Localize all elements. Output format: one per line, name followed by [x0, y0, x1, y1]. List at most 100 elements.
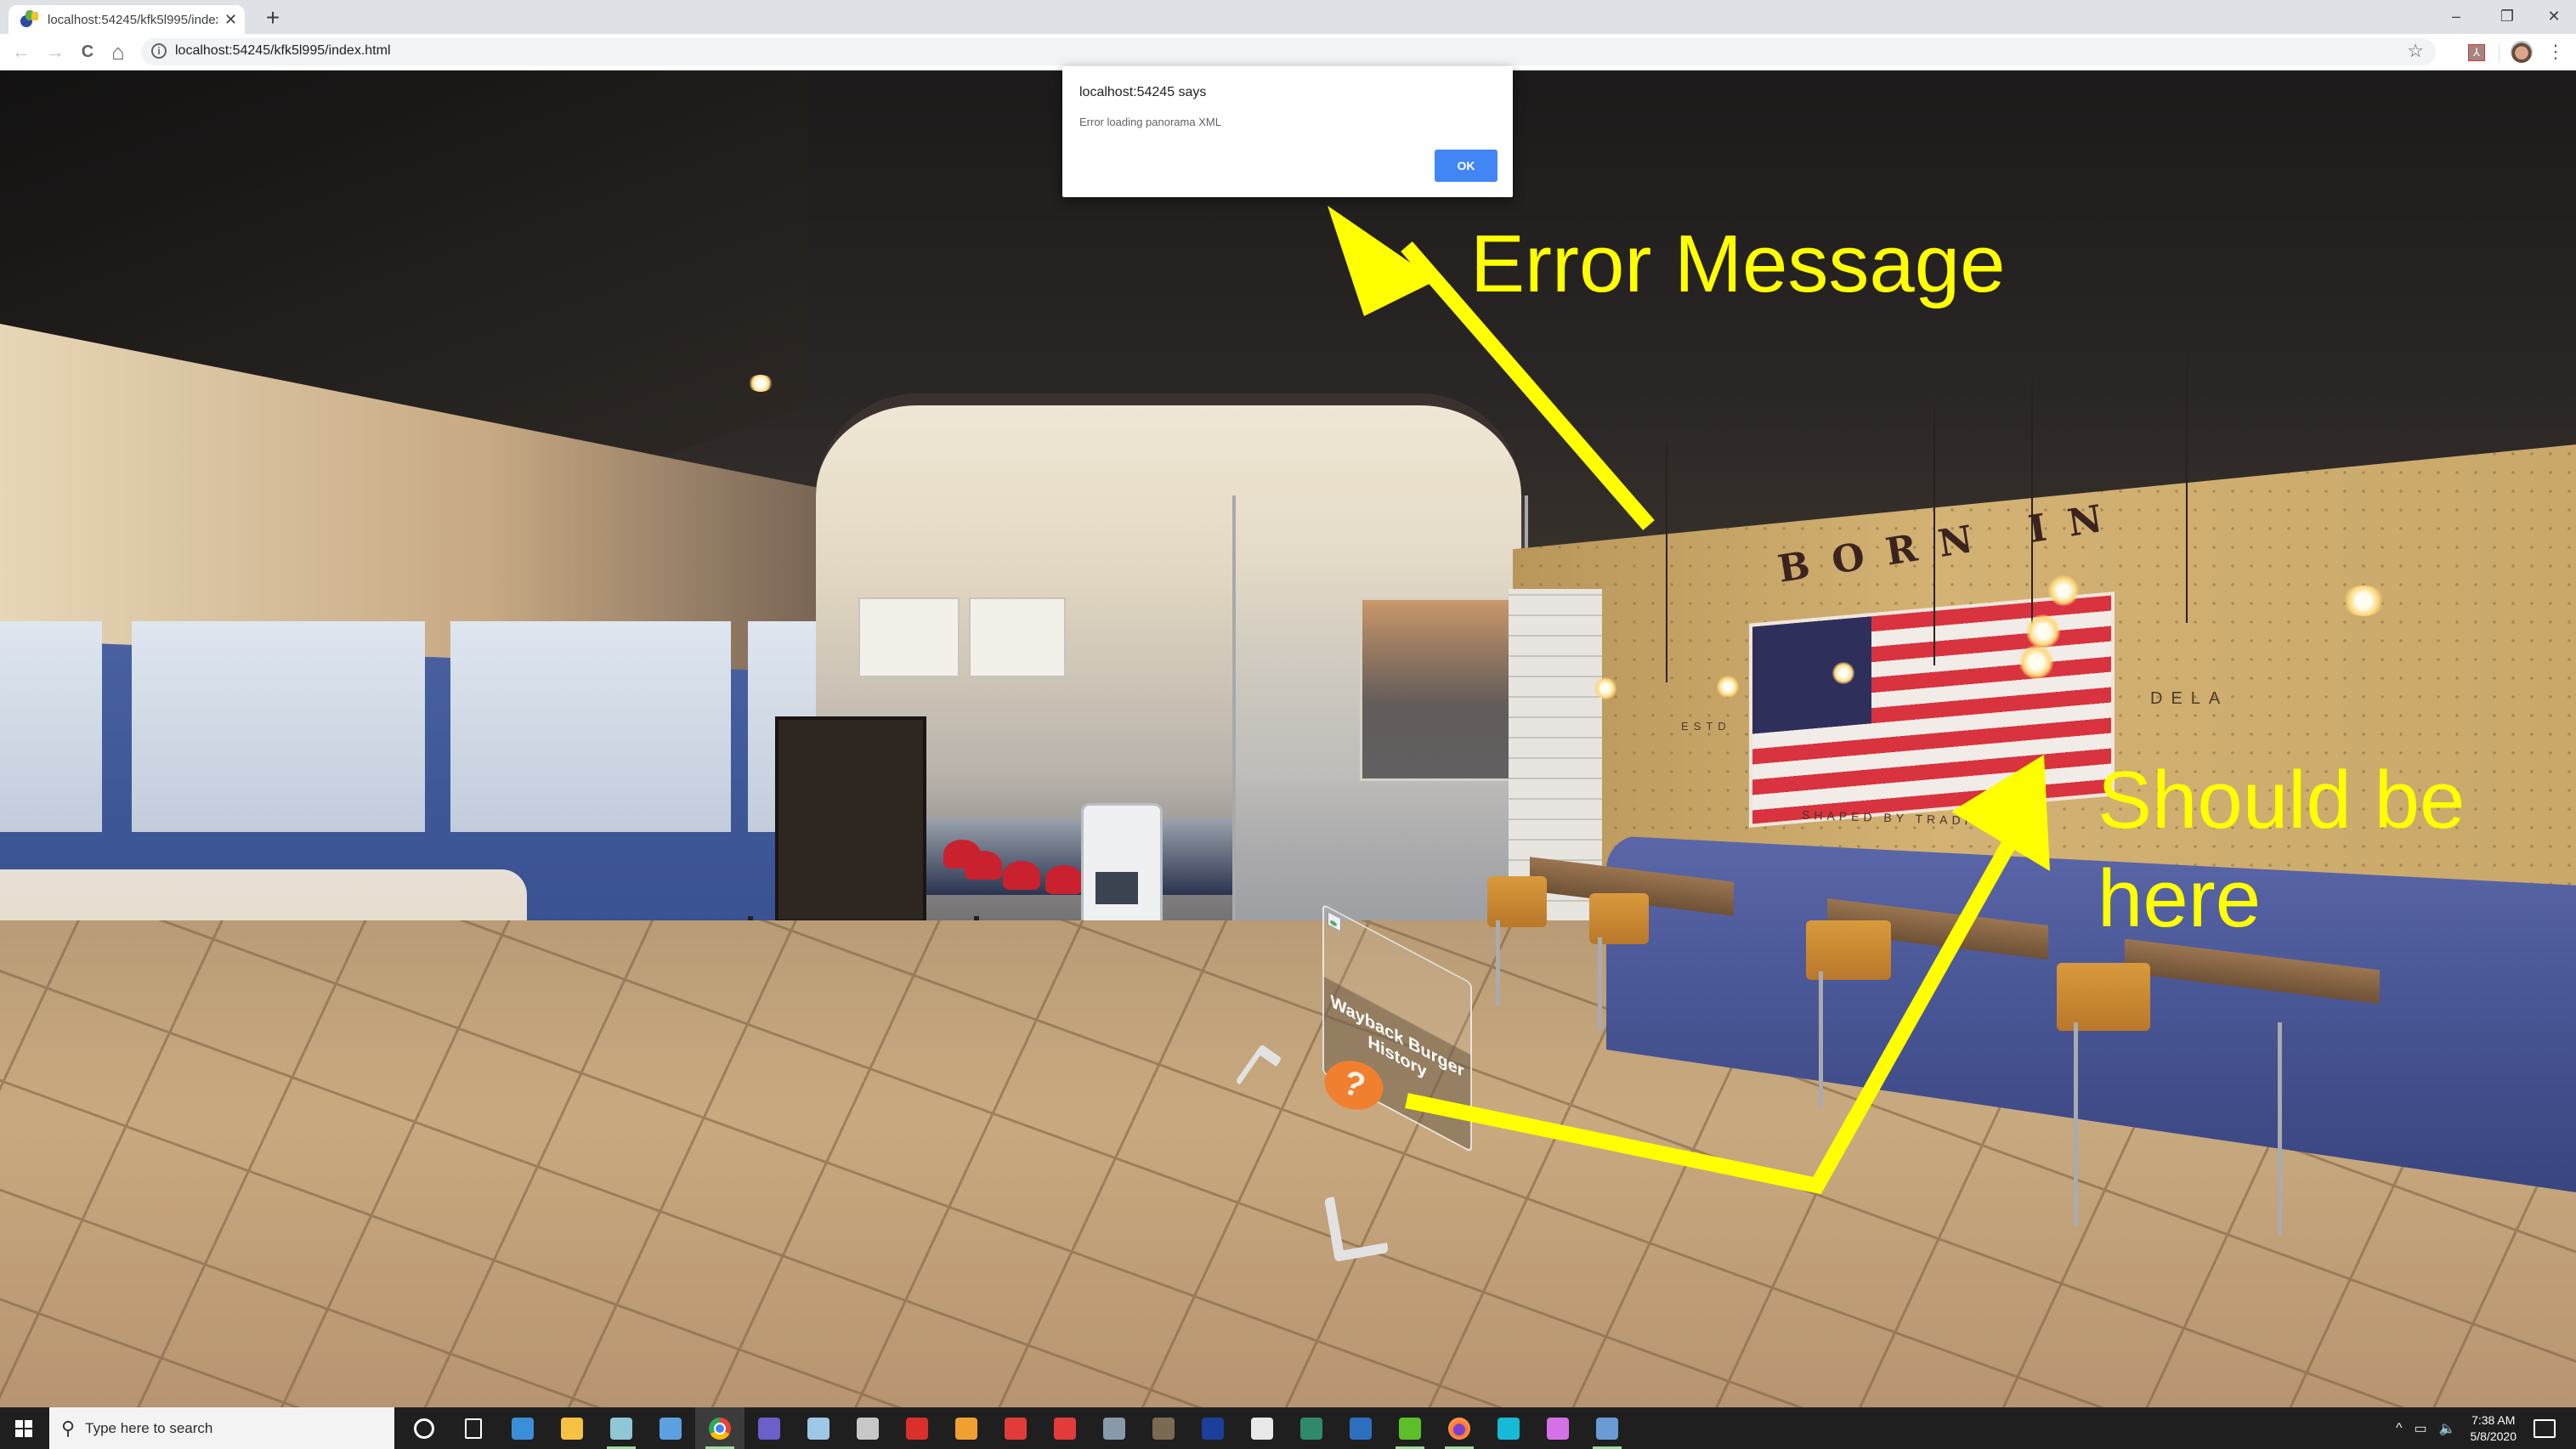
- browser-menu-icon[interactable]: ⋮: [2546, 39, 2565, 65]
- forward-button[interactable]: →: [42, 39, 68, 65]
- app-360-icon: [857, 1417, 879, 1440]
- app-blue-wing-icon: [1202, 1417, 1224, 1440]
- start-button[interactable]: [0, 1407, 48, 1449]
- taskbar-app-paint[interactable]: [646, 1407, 695, 1449]
- taskbar-app-affinity-photo[interactable]: [1533, 1407, 1582, 1449]
- tab-close-icon[interactable]: ✕: [224, 11, 237, 29]
- alert-dialog: localhost:54245 says Error loading panor…: [1062, 66, 1513, 197]
- chair: [1589, 893, 1649, 944]
- taskbar-app-app-tower[interactable]: [1287, 1407, 1336, 1449]
- back-button[interactable]: ←: [8, 39, 34, 65]
- affinity-photo-icon: [1547, 1417, 1569, 1440]
- estd-text: ESTD: [1681, 720, 1731, 733]
- browser-tab[interactable]: localhost:54245/kfk5l995/index.h ✕: [8, 5, 245, 34]
- should-be-here-annotation: Should be here: [2098, 751, 2465, 948]
- taskbar-app-app-green-leaf[interactable]: [1385, 1407, 1435, 1449]
- taskbar-app-visual-studio[interactable]: [744, 1407, 794, 1449]
- cortana-icon: [414, 1418, 434, 1439]
- url-text[interactable]: localhost:54245/kfk5l995/index.html: [175, 43, 391, 59]
- reload-button[interactable]: C: [75, 39, 100, 65]
- taskbar-app-cortana[interactable]: [399, 1407, 449, 1449]
- pendant-bulb: [1832, 662, 1854, 684]
- taskbar-search-box[interactable]: ⚲ Type here to search: [49, 1407, 394, 1449]
- task-view-icon: [465, 1418, 482, 1439]
- chair-leg: [1496, 920, 1500, 1005]
- chair-leg: [1819, 971, 1823, 1107]
- gimp-icon: [1152, 1417, 1175, 1440]
- taskbar-app-file-explorer[interactable]: [547, 1407, 597, 1449]
- network-icon[interactable]: ▭: [2414, 1420, 2426, 1437]
- taskbar-app-pano-app[interactable]: [1237, 1407, 1287, 1449]
- search-placeholder: Type here to search: [85, 1419, 213, 1436]
- pano-app-icon: [1251, 1417, 1273, 1440]
- minimize-button[interactable]: –: [2431, 0, 2482, 34]
- site-info-icon[interactable]: i: [151, 43, 167, 59]
- taskbar-app-chrome[interactable]: [695, 1407, 744, 1449]
- taskbar-app-app-star[interactable]: [942, 1407, 991, 1449]
- taskbar-app-task-view[interactable]: [449, 1407, 498, 1449]
- pendant-bulb: [2019, 645, 2053, 679]
- frosted-window-fries: [132, 621, 425, 832]
- pendant-bulb: [2342, 586, 2385, 616]
- firefox-icon: [1448, 1417, 1470, 1440]
- pendant-bulb: [2048, 575, 2079, 606]
- taskbar-app-app-360[interactable]: [843, 1407, 892, 1449]
- home-button[interactable]: ⌂: [105, 39, 131, 65]
- image-placeholder-icon: [1328, 911, 1341, 932]
- taskbar-clock[interactable]: 7:38 AM 5/8/2020: [2471, 1412, 2517, 1445]
- taskbar-app-app-red-arrow[interactable]: [991, 1407, 1040, 1449]
- taskbar-app-app-globe[interactable]: [794, 1407, 843, 1449]
- action-center-icon[interactable]: [2534, 1418, 2556, 1438]
- line-begins-sign: [1081, 803, 1163, 927]
- tray-chevron-icon[interactable]: ^: [2396, 1421, 2403, 1436]
- chair: [1487, 876, 1547, 927]
- bookmark-star-icon[interactable]: ☆: [2407, 40, 2424, 62]
- taskbar-app-screen-recorder[interactable]: [1484, 1407, 1533, 1449]
- ok-button[interactable]: OK: [1435, 150, 1497, 182]
- pendant-bulb: [1594, 677, 1616, 699]
- site-favicon-icon: [20, 10, 39, 29]
- griddle-sign: [969, 597, 1066, 677]
- new-tab-button[interactable]: +: [260, 5, 286, 31]
- taskbar-app-pano-tool[interactable]: [1582, 1407, 1632, 1449]
- should-be-here-line1: Should be: [2098, 755, 2466, 846]
- taskbar-app-maps-pin[interactable]: [892, 1407, 942, 1449]
- taskbar-app-app-layers[interactable]: [1336, 1407, 1385, 1449]
- profile-avatar[interactable]: [2511, 41, 2533, 63]
- taskbar-app-firefox[interactable]: [1435, 1407, 1484, 1449]
- control-panel-icon: [512, 1417, 534, 1440]
- takeout-sign: [858, 597, 960, 677]
- pendant-rod: [2186, 351, 2188, 623]
- taskbar-app-photo-viewer[interactable]: [1090, 1407, 1139, 1449]
- tab-title: localhost:54245/kfk5l995/index.h: [48, 12, 218, 27]
- screen-recorder-icon: [1497, 1417, 1520, 1440]
- frosted-window: [0, 621, 102, 832]
- volume-icon[interactable]: 🔈: [2439, 1420, 2456, 1437]
- nav-arrow-down-icon[interactable]: [1323, 1189, 1390, 1262]
- app-ez-arrow-icon: [1054, 1417, 1076, 1440]
- taskbar-app-app-ez-arrow[interactable]: [1040, 1407, 1090, 1449]
- taskbar-app-app-blue-wing[interactable]: [1188, 1407, 1237, 1449]
- clock-date: 5/8/2020: [2470, 1429, 2517, 1443]
- restore-button[interactable]: ❐: [2482, 0, 2533, 34]
- chair-leg: [2278, 1022, 2282, 1235]
- search-icon: ⚲: [61, 1417, 76, 1439]
- taskbar-app-control-panel[interactable]: [498, 1407, 547, 1449]
- visual-studio-icon: [758, 1417, 780, 1440]
- ceiling-light: [748, 375, 773, 392]
- chrome-icon: [709, 1417, 731, 1440]
- chair-leg: [1598, 937, 1602, 1031]
- taskbar-app-notepad[interactable]: [597, 1407, 646, 1449]
- pdf-extension-icon[interactable]: ⅄: [2468, 44, 2485, 61]
- pendant-rod: [2031, 376, 2033, 640]
- taskbar-app-gimp[interactable]: [1139, 1407, 1188, 1449]
- panorama-viewer[interactable]: BORN IN SHAPED BY TRADITION DELA ESTD Wa…: [0, 71, 2576, 1407]
- address-bar[interactable]: i localhost:54245/kfk5l995/index.html ☆: [141, 38, 2436, 65]
- windows-logo-icon: [15, 1419, 32, 1437]
- file-explorer-icon: [561, 1417, 583, 1440]
- toolbar-divider: [2499, 44, 2500, 63]
- pocket-kiosk-sign: [775, 716, 926, 923]
- close-window-button[interactable]: ✕: [2528, 0, 2576, 34]
- photo-viewer-icon: [1103, 1417, 1125, 1440]
- pendant-rod: [1666, 444, 1667, 682]
